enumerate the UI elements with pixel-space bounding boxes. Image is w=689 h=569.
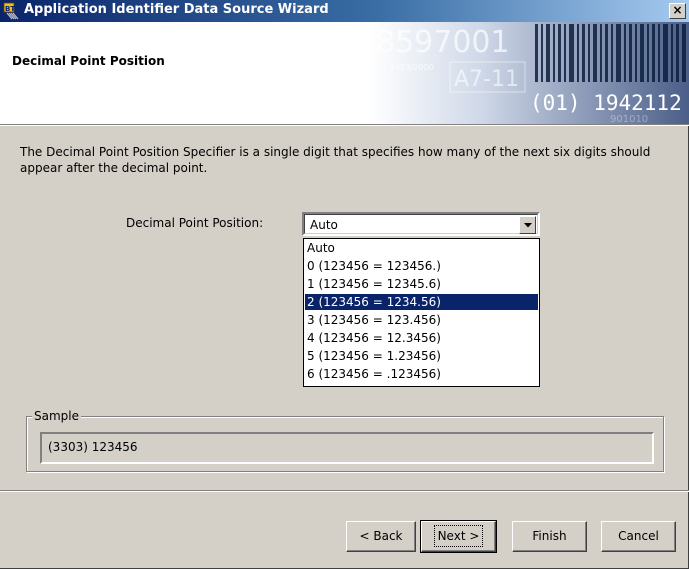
description-text: The Decimal Point Position Specifier is … <box>20 145 651 175</box>
banner-code: (01) 1942112 <box>530 91 682 115</box>
wizard-window: BT Application Identifier Data Source Wi… <box>0 0 689 569</box>
footer-divider <box>0 490 689 492</box>
banner-big-number: 8597001 <box>376 25 510 60</box>
dropdown-option-selected[interactable]: 2 (123456 = 1234.56) <box>305 294 538 310</box>
dropdown-option[interactable]: 3 (123456 = 123.456) <box>305 312 538 328</box>
sample-group-label: Sample <box>32 409 81 423</box>
combobox-frame: Auto <box>304 214 538 234</box>
next-button-label: Next > <box>433 525 484 547</box>
next-button[interactable]: Next > <box>420 520 497 553</box>
banner-tiny-text: 1003/2000 <box>390 63 433 72</box>
window-title: Application Identifier Data Source Wizar… <box>24 2 329 17</box>
sample-output-field: (3303) 123456 <box>40 432 654 464</box>
sample-value: (3303) 123456 <box>48 440 138 454</box>
dropdown-option[interactable]: 5 (123456 = 1.23456) <box>305 348 538 364</box>
page-title: Decimal Point Position <box>12 54 165 68</box>
dropdown-option[interactable]: 4 (123456 = 12.3456) <box>305 330 538 346</box>
app-logo-icon: BT <box>3 2 19 20</box>
dropdown-option[interactable]: 0 (123456 = 123456.) <box>305 258 538 274</box>
chevron-down-icon <box>524 223 532 228</box>
finish-button[interactable]: Finish <box>512 521 587 552</box>
banner-small-number: A7-11 <box>454 67 519 92</box>
barcode-banner-image: 8597001 1003/2000 A7-11 (01) 1942112 901… <box>370 22 689 124</box>
banner-back-code: 901010 <box>610 114 648 124</box>
dropdown-option[interactable]: 1 (123456 = 12345.6) <box>305 276 538 292</box>
decimal-point-combobox[interactable]: Auto <box>302 212 540 236</box>
header-divider <box>0 124 689 126</box>
combobox-value: Auto <box>310 218 338 232</box>
close-button[interactable]: × <box>669 3 686 19</box>
dropdown-option[interactable]: Auto <box>305 240 538 256</box>
cancel-button[interactable]: Cancel <box>601 521 676 552</box>
dropdown-option[interactable]: 6 (123456 = .123456) <box>305 366 538 382</box>
decimal-point-label: Decimal Point Position: <box>126 216 264 230</box>
back-button[interactable]: < Back <box>346 521 416 552</box>
svg-text:BT: BT <box>5 5 15 13</box>
dropdown-list[interactable]: Auto 0 (123456 = 123456.) 1 (123456 = 12… <box>303 238 540 387</box>
wizard-header: Decimal Point Position 8597001 1003/2000… <box>0 22 689 124</box>
dropdown-button[interactable] <box>519 216 536 234</box>
title-bar[interactable]: BT Application Identifier Data Source Wi… <box>0 0 689 22</box>
